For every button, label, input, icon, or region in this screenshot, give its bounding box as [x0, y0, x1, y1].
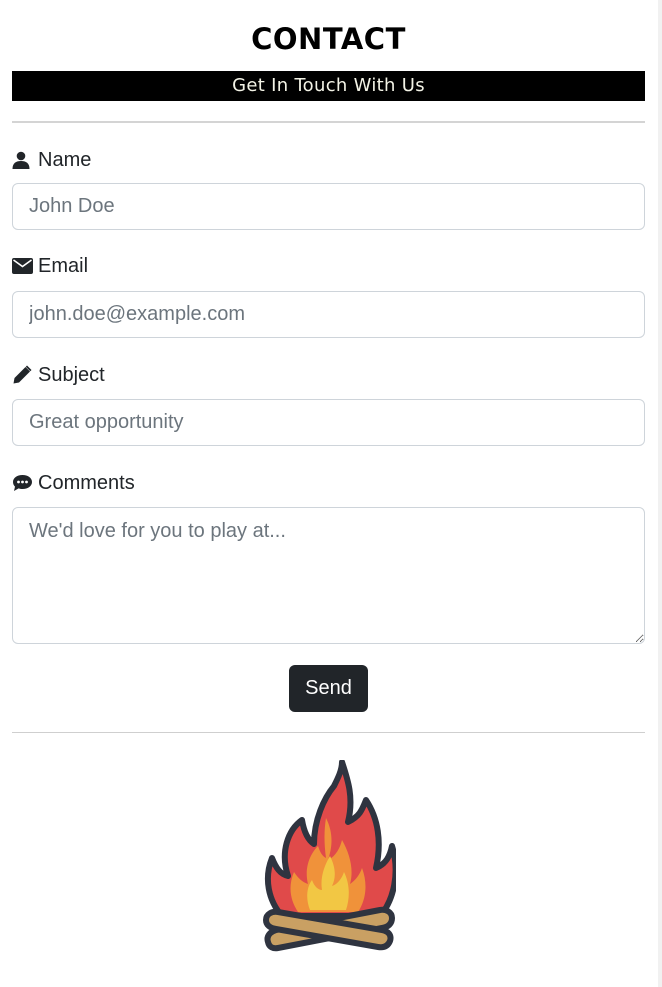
contact-content: CONTACT Get In Touch With Us Name John D… [12, 0, 645, 733]
subject-label: Subject [12, 363, 645, 387]
subject-label-text: Subject [38, 363, 105, 386]
name-label: Name [12, 148, 645, 172]
envelope-icon [12, 256, 34, 276]
pencil-icon [12, 365, 34, 385]
email-input[interactable] [12, 291, 645, 338]
email-label: Email [12, 254, 645, 278]
campfire-icon [262, 759, 399, 956]
name-input[interactable] [12, 183, 645, 230]
comments-label: Comments [12, 471, 645, 495]
comments-label-text: Comments [38, 471, 135, 494]
top-divider [12, 121, 645, 123]
page-title: CONTACT [251, 22, 406, 56]
scrollbar-track[interactable] [658, 0, 662, 987]
bottom-divider [12, 732, 645, 733]
comments-textarea[interactable] [12, 507, 645, 644]
speech-bubble-icon [12, 473, 34, 493]
contact-page: CONTACT Get In Touch With Us Name John D… [0, 0, 662, 987]
contact-form: Name Email [12, 148, 645, 712]
user-icon [12, 150, 34, 170]
subtitle-banner: Get In Touch With Us [12, 71, 645, 101]
send-row: Send [12, 665, 645, 712]
name-label-text: Name [38, 148, 92, 171]
subject-input[interactable] [12, 399, 645, 446]
email-label-text: Email [38, 254, 89, 277]
send-button[interactable]: Send [289, 665, 368, 712]
